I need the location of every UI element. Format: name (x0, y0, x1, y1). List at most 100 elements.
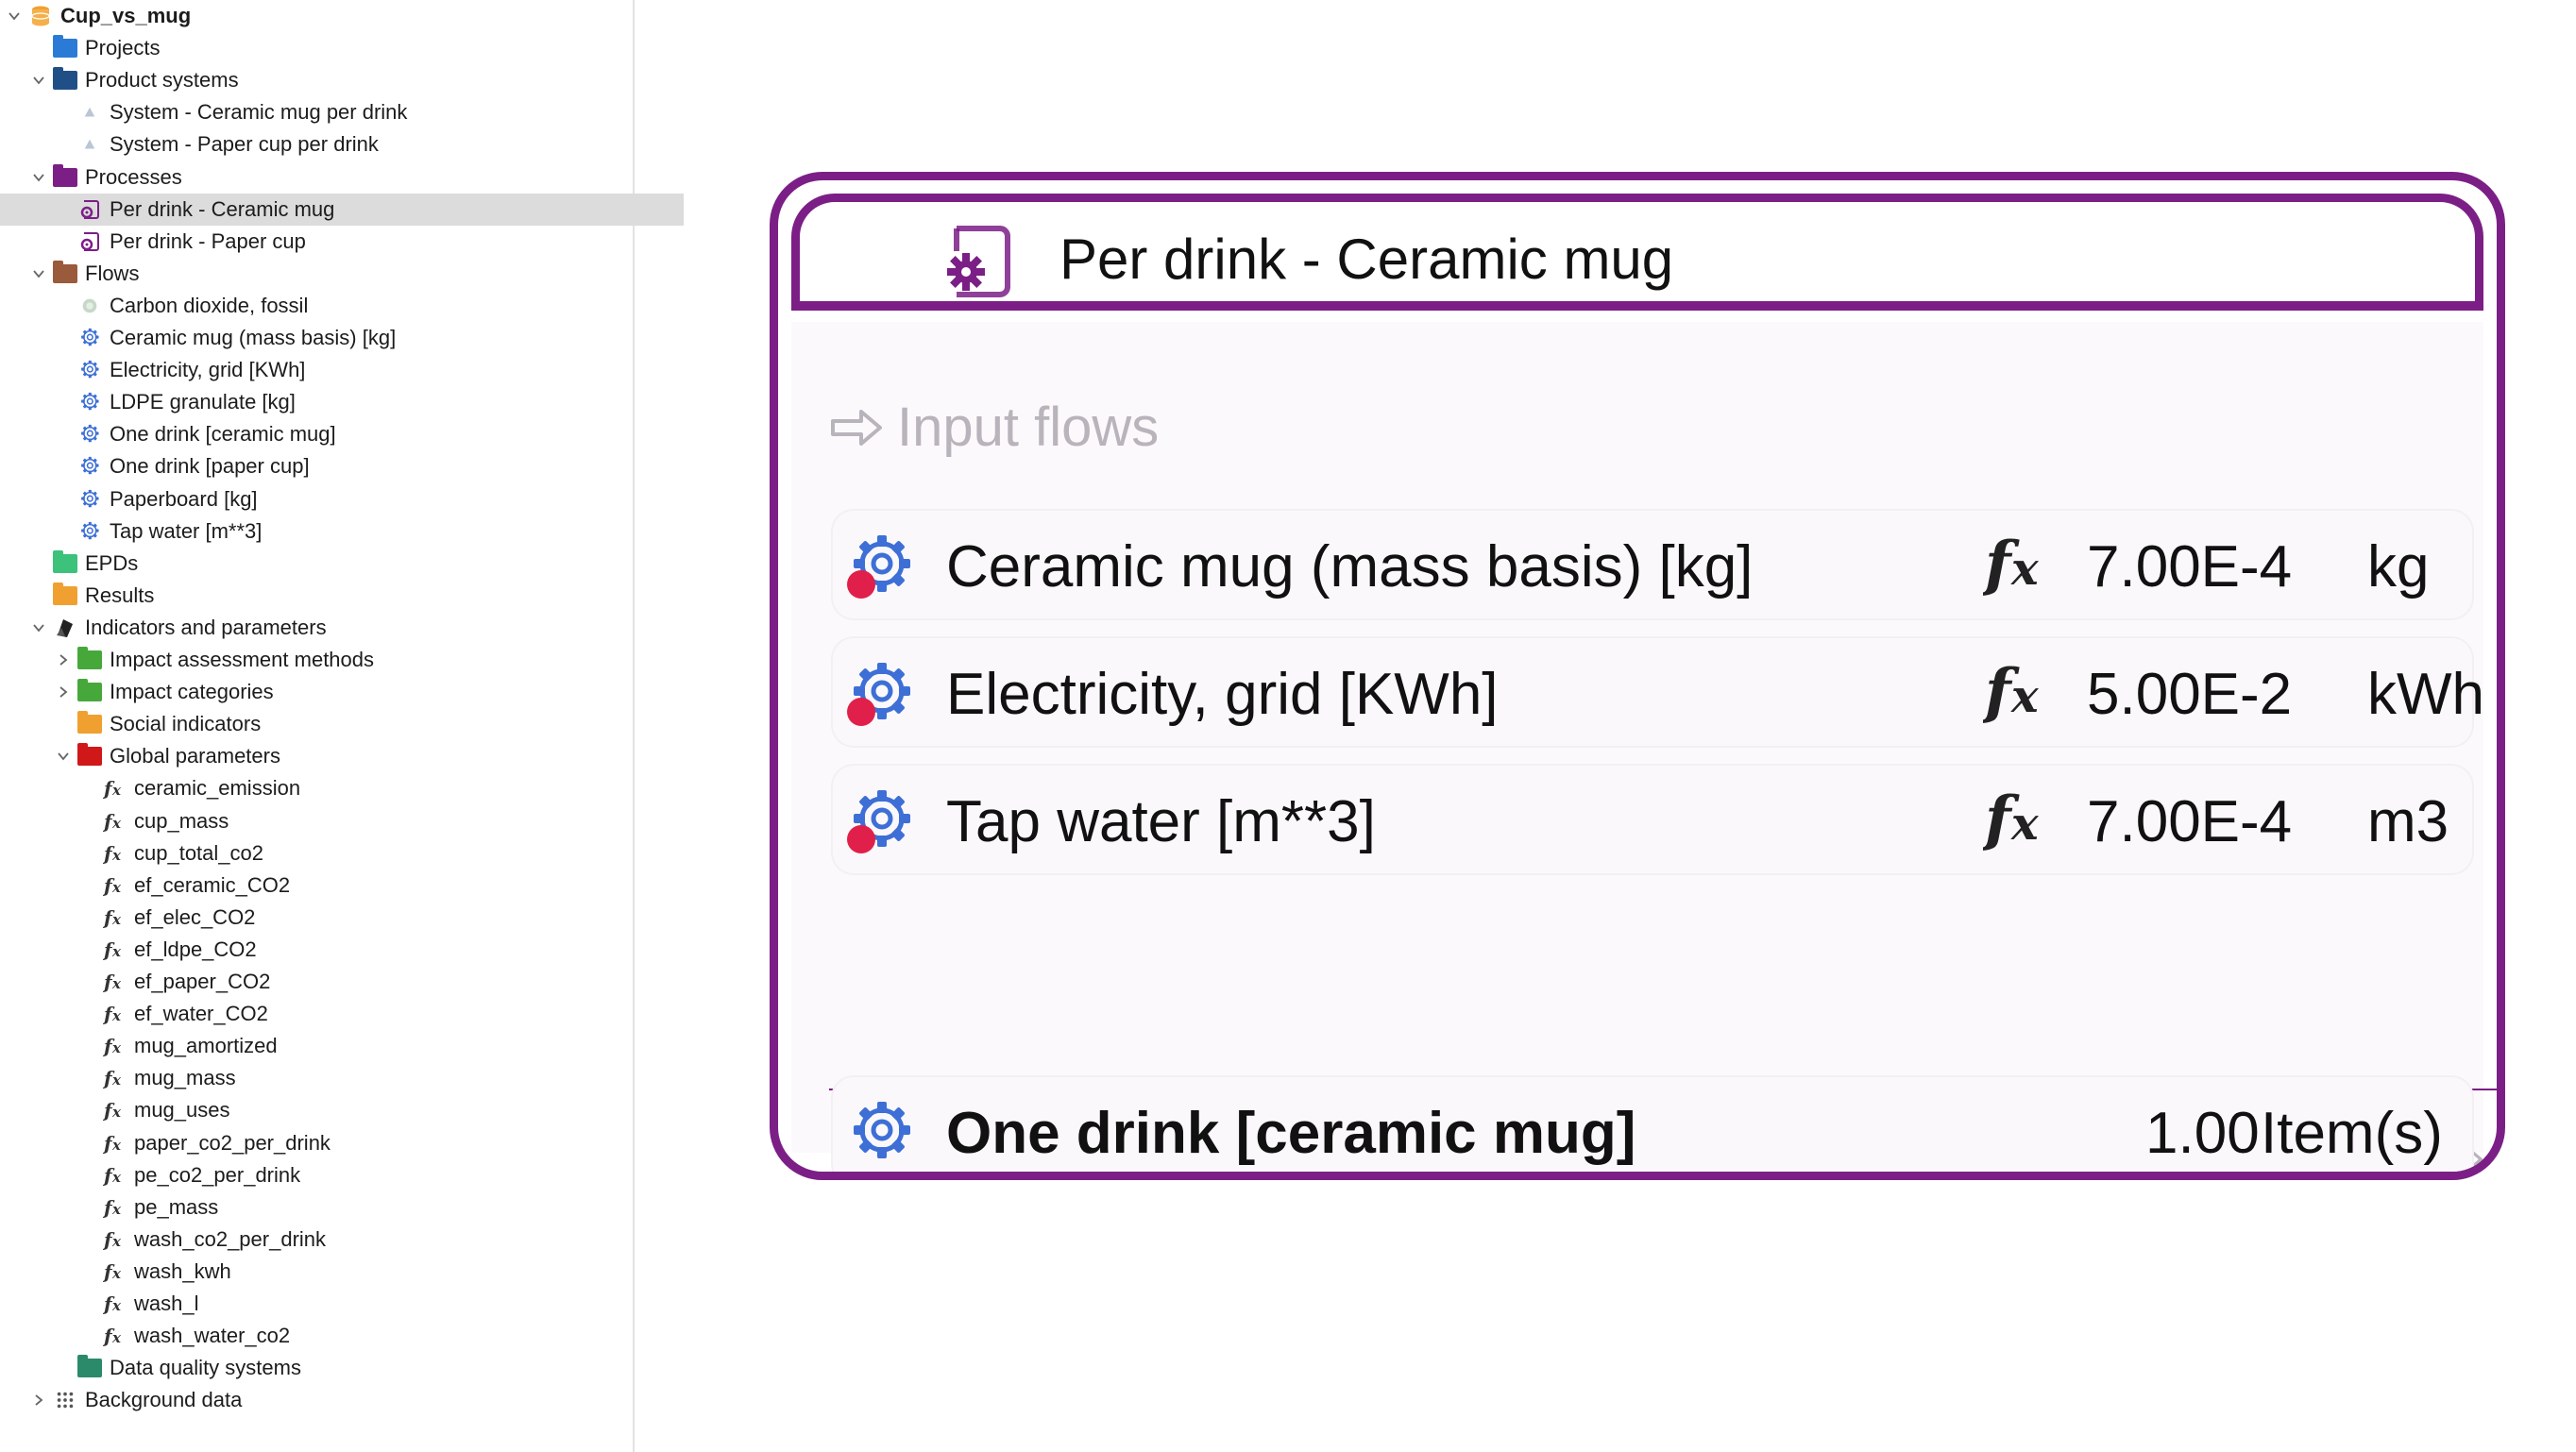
tree-item-label: Electricity, grid [KWh] (110, 358, 306, 382)
tree-item-label: Per drink - Paper cup (110, 228, 306, 253)
tree-item-label: One drink [ceramic mug] (110, 422, 336, 447)
product-flow-icon (844, 1096, 918, 1170)
chevron-down-icon[interactable] (28, 70, 49, 91)
chevron-down-icon[interactable] (4, 6, 25, 26)
folder-icon (77, 647, 102, 671)
tree-item[interactable]: Ceramic mug (mass basis) [kg] (0, 322, 684, 354)
flow-name: Ceramic mug (mass basis) [kg] (946, 534, 1754, 599)
formula-icon: fx (102, 1325, 127, 1347)
output-flow-row[interactable]: One drink [ceramic mug] 1.00 Item(s) (833, 1077, 2472, 1172)
tree-item[interactable]: f x ef_elec_CO2 (0, 902, 708, 934)
flow-unit: kWh (2367, 662, 2484, 727)
tree-item-label: LDPE granulate [kg] (110, 390, 296, 414)
tree-item[interactable]: Electricity, grid [KWh] (0, 354, 684, 386)
tree-item[interactable]: f x mug_mass (0, 1062, 708, 1094)
tree-item[interactable]: Indicators and parameters (0, 612, 659, 644)
tree-item[interactable]: f x pe_mass (0, 1191, 708, 1224)
tree-item[interactable]: f x wash_water_co2 (0, 1320, 708, 1352)
tree-item[interactable]: System - Paper cup per drink (0, 128, 684, 160)
product-flow-icon (77, 488, 102, 511)
tree-item-label: Background data (85, 1388, 243, 1412)
tree-item[interactable]: Cup_vs_mug (0, 0, 635, 32)
tree-item-label: mug_uses (134, 1098, 230, 1123)
tree-item[interactable]: Data quality systems (0, 1352, 684, 1384)
tree-item[interactable]: System - Ceramic mug per drink (0, 96, 684, 128)
chevron-down-icon[interactable] (28, 167, 49, 188)
formula-icon: fx (1981, 524, 2059, 599)
tree-item[interactable]: f x ef_paper_CO2 (0, 966, 708, 998)
tree-item[interactable]: f x pe_co2_per_drink (0, 1159, 708, 1191)
formula-icon: fx (102, 874, 127, 897)
tree-item[interactable]: f x ceramic_emission (0, 772, 708, 804)
input-flow-row[interactable]: Electricity, grid [KWh] f x 5.00E-2 kWh (833, 638, 2484, 746)
tree-item[interactable]: f x cup_mass (0, 805, 708, 837)
tree-item-label: mug_mass (134, 1066, 236, 1090)
flow-amount: 5.00E-2 (2087, 662, 2293, 727)
chevron-down-icon[interactable] (28, 617, 49, 638)
tree-item[interactable]: f x ef_ldpe_CO2 (0, 934, 708, 966)
folder-icon (77, 743, 102, 768)
tree-item[interactable]: f x paper_co2_per_drink (0, 1127, 708, 1159)
svg-text:x: x (111, 782, 122, 799)
tree-item[interactable]: Tap water [m**3] (0, 515, 684, 548)
svg-text:x: x (2010, 670, 2040, 723)
tree-item[interactable]: f x wash_co2_per_drink (0, 1224, 708, 1256)
flow-amount: 1.00 (2145, 1101, 2260, 1166)
tree-item[interactable]: f x mug_uses (0, 1094, 708, 1126)
tree-item[interactable]: Global parameters (0, 740, 684, 772)
chevron-down-icon[interactable] (28, 263, 49, 284)
tree-item[interactable]: Projects (0, 32, 659, 64)
tree-item[interactable]: f x ef_water_CO2 (0, 998, 708, 1030)
tree-item[interactable]: EPDs (0, 548, 659, 580)
tree-item[interactable]: f x wash_kwh (0, 1256, 708, 1288)
tree-item[interactable]: Per drink - Paper cup (0, 226, 684, 258)
formula-icon: fx (102, 810, 127, 833)
folder-icon (53, 35, 77, 59)
input-flows-text: Input flows (897, 397, 1160, 458)
tree-item[interactable]: Carbon dioxide, fossil (0, 290, 684, 322)
tree-item[interactable]: f x cup_total_co2 (0, 837, 708, 870)
tree-item[interactable]: f x wash_l (0, 1288, 708, 1320)
tree-item[interactable]: Paperboard [kg] (0, 483, 684, 515)
formula-icon: fx (102, 1099, 127, 1122)
tree-item[interactable]: Per drink - Ceramic mug (0, 193, 684, 226)
product-flow-icon (77, 423, 102, 446)
tree-item[interactable]: One drink [ceramic mug] (0, 418, 684, 450)
input-flow-row[interactable]: Ceramic mug (mass basis) [kg] f x 7.00E-4 kg (833, 511, 2472, 618)
tree-item[interactable]: Social indicators (0, 708, 684, 740)
tree-item[interactable]: LDPE granulate [kg] (0, 386, 684, 418)
tree-item[interactable]: Processes (0, 161, 659, 194)
process-card-header[interactable]: Per drink - Ceramic mug (791, 194, 2483, 311)
chevron-right-icon[interactable] (53, 650, 74, 670)
tree-item-label: wash_l (134, 1292, 199, 1315)
tree-item[interactable]: Impact categories (0, 676, 684, 708)
tree-item[interactable]: f x ef_ceramic_CO2 (0, 870, 708, 902)
input-flow-row[interactable]: Tap water [m**3] f x 7.00E-4 m3 (833, 766, 2472, 873)
chevron-right-icon[interactable] (53, 682, 74, 702)
svg-text:x: x (111, 975, 122, 992)
process-card[interactable]: Per drink - Ceramic mug Input flows Outp… (770, 172, 2505, 1180)
svg-text:x: x (111, 1007, 122, 1024)
chevron-down-icon[interactable] (53, 746, 74, 767)
tree-item[interactable]: Impact assessment methods (0, 644, 684, 676)
tree-item[interactable]: Product systems (0, 64, 659, 96)
flow-unit: kg (2367, 534, 2430, 599)
tree-item-label: Global parameters (110, 744, 280, 768)
tree-item[interactable]: Background data (0, 1384, 659, 1416)
tree-item-label: ef_ceramic_CO2 (134, 872, 291, 897)
flow-name: Electricity, grid [KWh] (946, 662, 1499, 727)
chevron-right-icon[interactable] (28, 1390, 49, 1410)
tree-item[interactable]: Flows (0, 258, 659, 290)
tree-item[interactable]: Results (0, 580, 659, 612)
tree-item[interactable]: f x mug_amortized (0, 1030, 708, 1062)
tree-item[interactable]: One drink [paper cup] (0, 450, 684, 482)
tree-item-label: wash_co2_per_drink (134, 1226, 327, 1251)
